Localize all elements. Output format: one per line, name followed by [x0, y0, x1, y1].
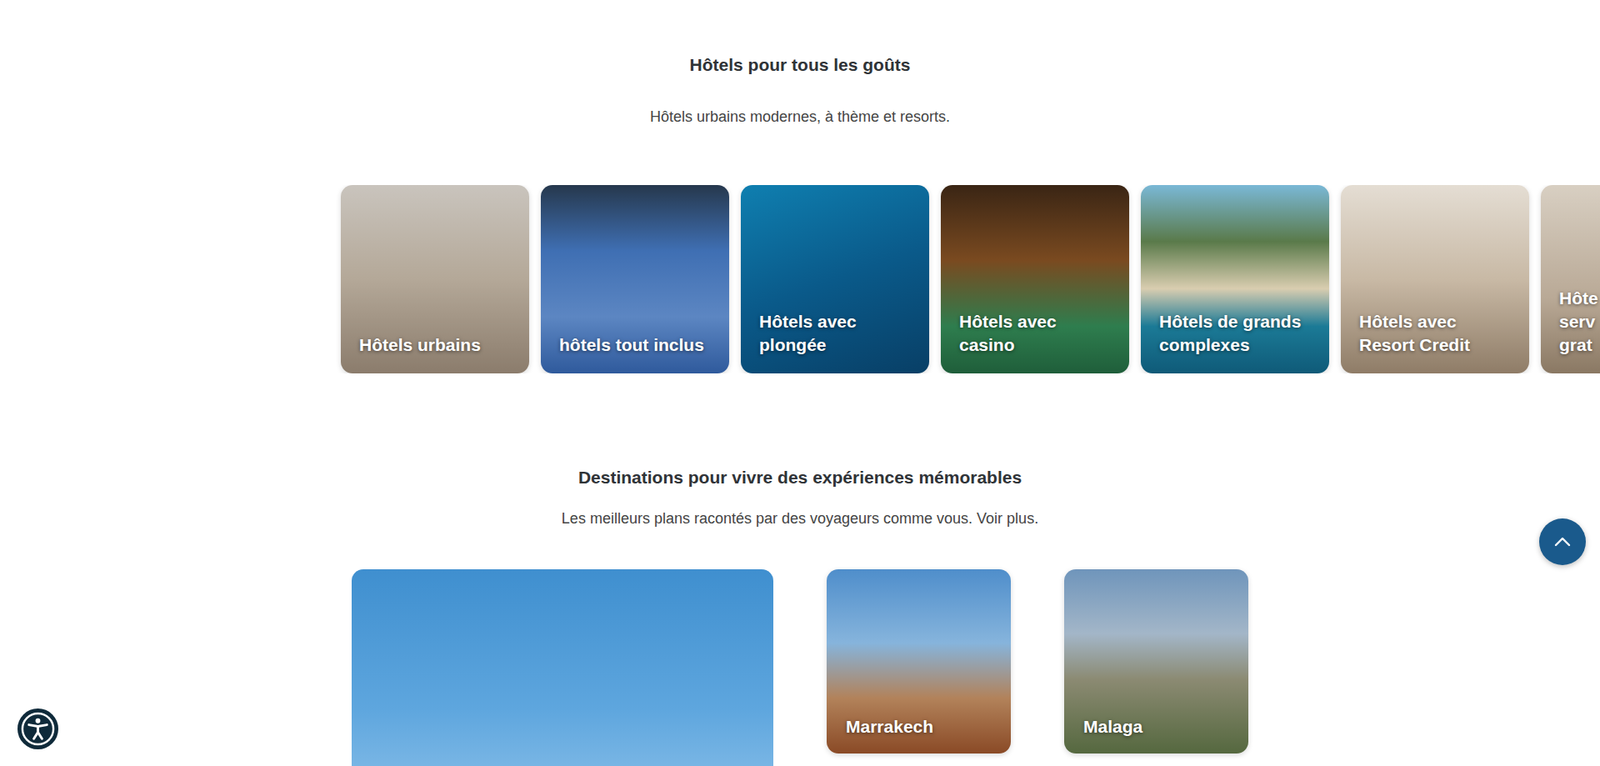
card-label: Hôte serv grat	[1559, 286, 1600, 357]
featured-destination-card[interactable]	[351, 569, 774, 766]
card-label: Hôtels avec plongée	[759, 310, 913, 357]
destination-card[interactable]: Marrakech	[826, 569, 1011, 754]
card-label: hôtels tout inclus	[559, 333, 713, 357]
section-title: Destinations pour vivre des expériences …	[0, 465, 1600, 490]
hotel-type-card[interactable]: Hôtels avec Resort Credit	[1340, 185, 1530, 374]
hotel-type-card[interactable]: Hôtels de grands complexes	[1140, 185, 1330, 374]
accessibility-icon	[19, 710, 57, 748]
card-label: Hôtels urbains	[359, 333, 513, 357]
card-label: Hôtels avec casino	[959, 310, 1113, 357]
accessibility-button[interactable]	[17, 708, 59, 750]
hotel-types-section: Hôtels pour tous les goûts Hôtels urbains…	[0, 53, 1600, 129]
card-label: Malaga	[1083, 715, 1232, 739]
hotel-type-card[interactable]: Hôtels avec plongée	[740, 185, 930, 374]
destination-card[interactable]: Malaga	[1064, 569, 1249, 754]
section-subtitle: Les meilleurs plans racontés par des voy…	[0, 507, 1600, 530]
section-title: Hôtels pour tous les goûts	[0, 53, 1600, 77]
hotel-type-carousel[interactable]: Hôtels urbains hôtels tout inclus Hôtels a…	[0, 185, 1600, 374]
section-subtitle: Hôtels urbains modernes, à thème et reso…	[0, 105, 1600, 129]
hotel-type-card[interactable]: Hôte serv grat	[1540, 185, 1600, 374]
scroll-top-button[interactable]	[1539, 518, 1586, 565]
hotel-type-card[interactable]: Hôtels avec casino	[940, 185, 1130, 374]
destination-list: Marrakech Malaga	[0, 569, 1600, 766]
hotel-type-card[interactable]: hôtels tout inclus	[540, 185, 730, 374]
chevron-up-icon	[1552, 531, 1573, 552]
destinations-section: Destinations pour vivre des expériences …	[0, 465, 1600, 530]
hotel-type-card[interactable]: Hôtels urbains	[340, 185, 530, 374]
card-label: Hôtels avec Resort Credit	[1359, 310, 1513, 357]
card-label: Hôtels de grands complexes	[1159, 310, 1313, 357]
card-label: Marrakech	[845, 715, 995, 739]
